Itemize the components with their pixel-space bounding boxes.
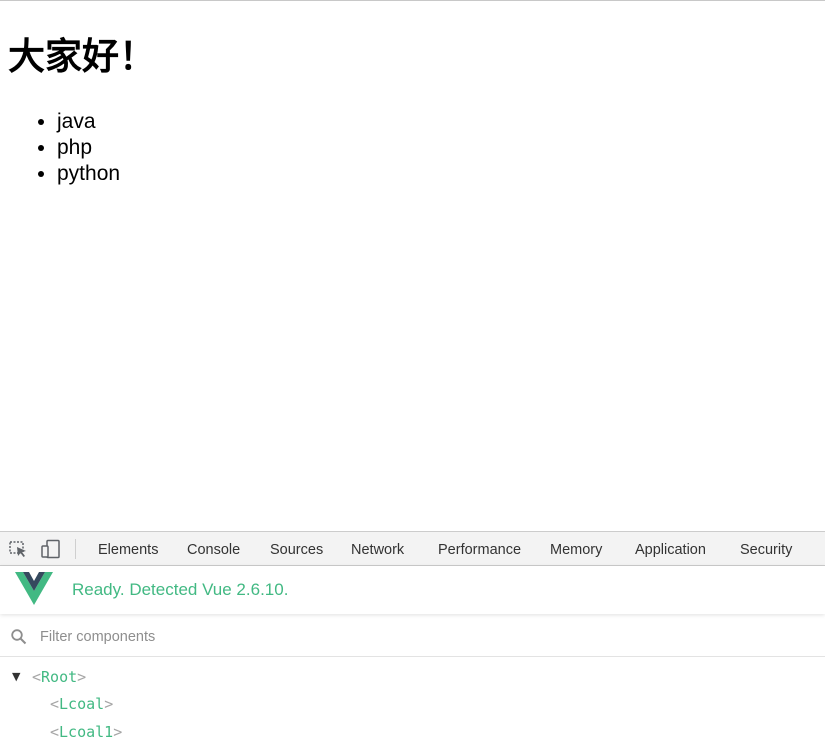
devtools-panel: Elements Console Sources Network Perform… (0, 531, 825, 753)
search-icon (10, 628, 28, 646)
tab-console[interactable]: Console (187, 532, 240, 565)
tab-security[interactable]: Security (740, 532, 792, 565)
filter-components-input[interactable] (40, 624, 440, 650)
device-toolbar-icon[interactable] (40, 539, 62, 559)
tab-network[interactable]: Network (351, 532, 404, 565)
filter-bar (0, 618, 825, 657)
component-name: Lcoal (59, 695, 105, 713)
devtools-toolbar: Elements Console Sources Network Perform… (0, 532, 825, 566)
component-name: Lcoal1 (59, 723, 114, 741)
vue-devtools-header: Ready. Detected Vue 2.6.10. (0, 566, 825, 614)
triangle-down-icon[interactable]: ▼ (12, 664, 20, 690)
vue-status: Ready. Detected Vue 2.6.10. (72, 580, 289, 599)
browser-page: 大家好！ java php python Elements (0, 0, 825, 753)
page-heading: 大家好！ (8, 35, 156, 78)
page-content: 大家好！ java php python (0, 1, 825, 531)
tab-application[interactable]: Application (635, 532, 706, 565)
list-item: php (57, 135, 120, 161)
inspect-element-icon[interactable] (8, 539, 30, 559)
component-name: Root (41, 668, 78, 686)
language-list: java php python (0, 109, 120, 187)
list-item: java (57, 109, 120, 135)
tab-elements[interactable]: Elements (98, 532, 158, 565)
vue-logo (15, 572, 53, 606)
tree-row-lcoal1[interactable]: <Lcoal1> (50, 719, 122, 745)
list-item: python (57, 161, 120, 187)
tab-sources[interactable]: Sources (270, 532, 323, 565)
tree-row-lcoal[interactable]: <Lcoal> (50, 691, 113, 717)
tab-memory[interactable]: Memory (550, 532, 602, 565)
tab-performance[interactable]: Performance (438, 532, 521, 565)
toolbar-separator (75, 539, 76, 559)
